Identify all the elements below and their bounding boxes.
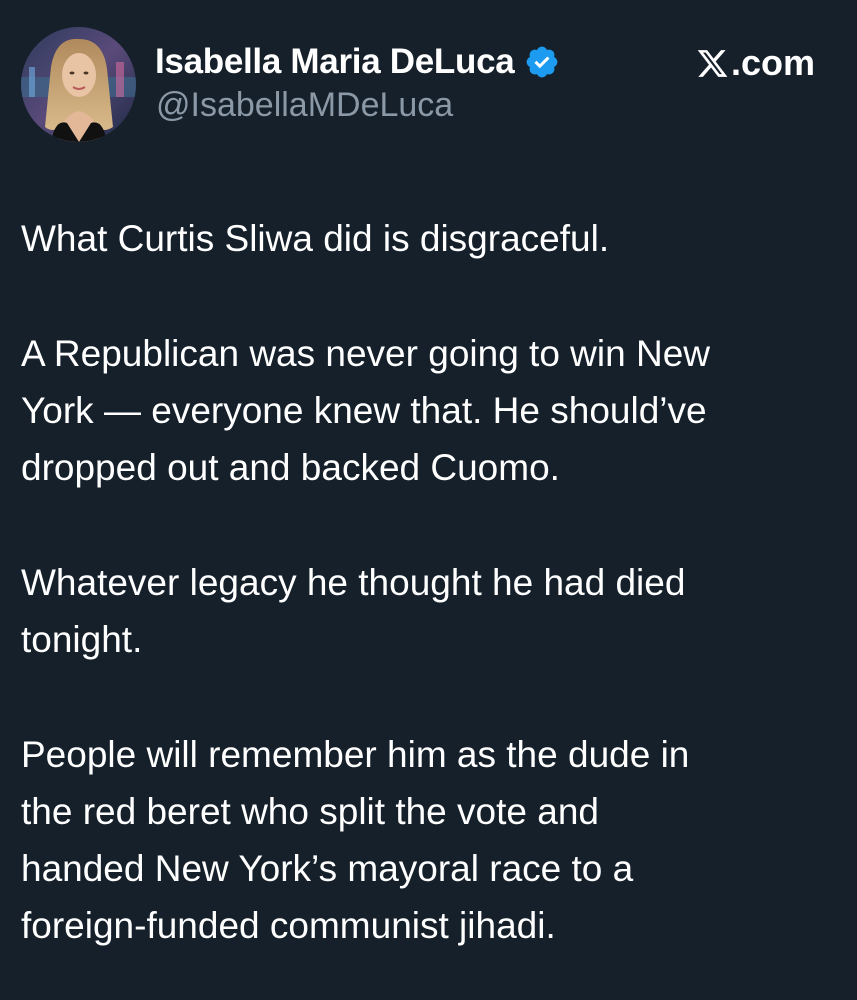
tweet-paragraph: What Curtis Sliwa did is disgraceful. xyxy=(21,218,610,259)
source-domain: .com xyxy=(730,42,815,83)
x-logo-icon xyxy=(696,47,729,80)
tweet-paragraph: Whatever legacy he thought he had died t… xyxy=(21,562,686,660)
verified-badge-icon xyxy=(524,44,560,80)
author-handle[interactable]: @IsabellaMDeLuca xyxy=(156,86,453,125)
tweet-text: What Curtis Sliwa did is disgraceful. A … xyxy=(21,210,841,1000)
tweet-paragraph: People will remember him as the dude in … xyxy=(21,734,690,946)
source-label: .com xyxy=(696,40,815,86)
avatar-photo xyxy=(21,27,136,142)
avatar[interactable] xyxy=(21,27,136,142)
author-name-row[interactable]: Isabella Maria DeLuca xyxy=(155,38,560,86)
tweet-paragraph: A Republican was never going to win New … xyxy=(21,333,710,488)
author-display-name[interactable]: Isabella Maria DeLuca xyxy=(155,42,515,82)
tweet-card: Isabella Maria DeLuca @IsabellaMDeLuca .… xyxy=(0,0,857,1000)
